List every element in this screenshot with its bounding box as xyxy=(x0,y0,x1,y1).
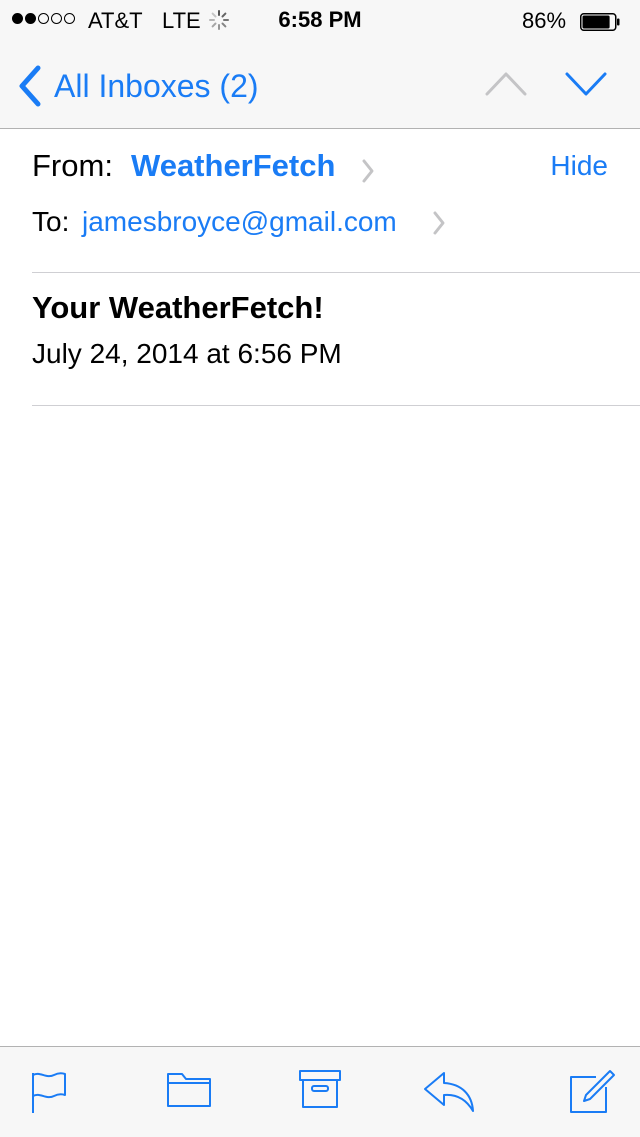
to-label: To: xyxy=(32,206,70,237)
compose-button[interactable] xyxy=(568,1069,616,1120)
chevron-right-icon xyxy=(361,156,375,192)
compose-icon xyxy=(570,1070,615,1113)
from-label: From: xyxy=(32,148,113,183)
reply-icon xyxy=(424,1072,474,1112)
navigation-bar: All Inboxes (2) xyxy=(0,40,640,129)
flag-button[interactable] xyxy=(30,1069,68,1120)
archive-button[interactable] xyxy=(298,1069,342,1114)
from-row: From: WeatherFetch Hide xyxy=(32,148,608,188)
back-button-label: All Inboxes (2) xyxy=(54,67,259,104)
chevron-right-icon xyxy=(432,210,446,243)
back-button[interactable]: All Inboxes (2) xyxy=(16,64,259,108)
divider xyxy=(32,405,640,406)
status-bar: AT&T LTE 6:58 PM 86% xyxy=(0,0,640,40)
battery-percentage: 86% xyxy=(522,8,567,33)
message-subject: Your WeatherFetch! xyxy=(32,290,324,325)
chevron-up-icon xyxy=(485,72,527,96)
previous-message-button[interactable] xyxy=(484,68,528,103)
battery-icon xyxy=(580,11,620,31)
folder-icon xyxy=(167,1073,211,1107)
divider xyxy=(32,272,640,273)
move-to-folder-button[interactable] xyxy=(166,1069,212,1114)
chevron-down-icon xyxy=(565,72,607,96)
archive-icon xyxy=(299,1070,341,1108)
bottom-toolbar xyxy=(0,1046,640,1137)
sender-name[interactable]: WeatherFetch xyxy=(131,148,335,184)
next-message-button[interactable] xyxy=(564,68,608,103)
flag-icon xyxy=(32,1072,66,1113)
message-date: July 24, 2014 at 6:56 PM xyxy=(32,338,342,369)
reply-button[interactable] xyxy=(422,1069,476,1118)
hide-details-button[interactable]: Hide xyxy=(550,150,608,182)
recipient-address[interactable]: jamesbroyce@gmail.com xyxy=(82,206,397,238)
chevron-left-icon xyxy=(19,65,41,107)
